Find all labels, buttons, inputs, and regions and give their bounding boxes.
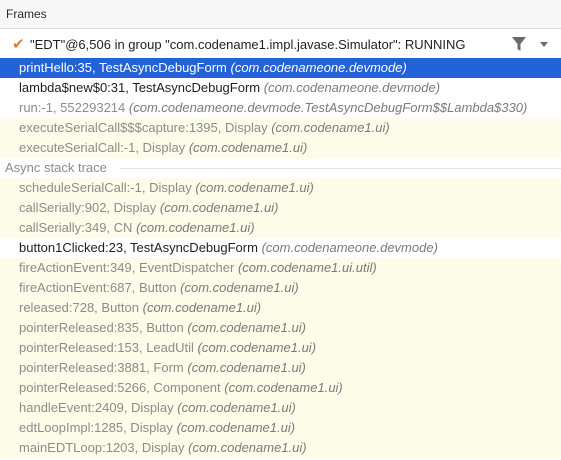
frame-row[interactable]: run:-1, 552293214 (com.codenameone.devmo… bbox=[0, 98, 561, 118]
frame-method: handleEvent:2409, Display bbox=[19, 400, 174, 415]
frame-class: (com.codename1.ui) bbox=[188, 140, 308, 155]
async-frame-row[interactable]: edtLoopImpl:1285, Display (com.codename1… bbox=[0, 418, 561, 438]
frame-method: run:-1, 552293214 bbox=[19, 100, 126, 115]
async-frame-row[interactable]: button1Clicked:23, TestAsyncDebugForm (c… bbox=[0, 238, 561, 258]
frame-method: callSerially:349, CN bbox=[19, 220, 133, 235]
frame-class: (com.codenameone.devmode) bbox=[261, 240, 438, 255]
thread-label: "EDT"@6,506 in group "com.codename1.impl… bbox=[30, 36, 466, 52]
frame-class: (com.codename1.ui) bbox=[136, 220, 255, 235]
frame-class: (com.codename1.ui.util) bbox=[237, 260, 377, 275]
frame-class: (com.codename1.ui) bbox=[142, 300, 262, 315]
frame-method: released:728, Button bbox=[19, 300, 139, 315]
frame-method: pointerReleased:5266, Component bbox=[19, 380, 221, 395]
frame-row[interactable]: lambda$new$0:31, TestAsyncDebugForm (com… bbox=[0, 78, 561, 98]
frame-class: (com.codename1.ui) bbox=[177, 400, 296, 415]
async-frame-row[interactable]: callSerially:902, Display (com.codename1… bbox=[0, 198, 561, 218]
async-frame-row[interactable]: pointerReleased:5266, Component (com.cod… bbox=[0, 378, 561, 398]
frame-row[interactable]: executeSerialCall:-1, Display (com.coden… bbox=[0, 138, 561, 158]
frame-class: (com.codenameone.devmode.TestAsyncDebugF… bbox=[128, 100, 528, 115]
frame-class: (com.codename1.ui) bbox=[197, 340, 317, 355]
frame-method: printHello:35, TestAsyncDebugForm bbox=[19, 60, 227, 75]
async-frame-row[interactable]: fireActionEvent:349, EventDispatcher (co… bbox=[0, 258, 561, 278]
async-frame-row[interactable]: pointerReleased:153, LeadUtil (com.coden… bbox=[0, 338, 561, 358]
frame-method: button1Clicked:23, TestAsyncDebugForm bbox=[19, 240, 258, 255]
frame-method: lambda$new$0:31, TestAsyncDebugForm bbox=[19, 80, 261, 95]
frame-method: executeSerialCall:-1, Display bbox=[19, 140, 186, 155]
filter-icon[interactable] bbox=[511, 35, 527, 53]
frame-class: (com.codename1.ui) bbox=[176, 420, 296, 435]
frame-method: mainEDTLoop:1203, Display bbox=[19, 440, 185, 455]
async-frame-row[interactable]: pointerReleased:835, Button (com.codenam… bbox=[0, 318, 561, 338]
frame-method: pointerReleased:3881, Form bbox=[19, 360, 184, 375]
frame-method: scheduleSerialCall:-1, Display bbox=[19, 180, 192, 195]
async-frame-row[interactable]: fireActionEvent:687, Button (com.codenam… bbox=[0, 278, 561, 298]
async-frame-row[interactable]: callSerially:349, CN (com.codename1.ui) bbox=[0, 218, 561, 238]
frame-method: edtLoopImpl:1285, Display bbox=[19, 420, 173, 435]
frames-list: printHello:35, TestAsyncDebugForm (com.c… bbox=[0, 58, 561, 458]
async-frame-row[interactable]: pointerReleased:3881, Form (com.codename… bbox=[0, 358, 561, 378]
frame-method: pointerReleased:835, Button bbox=[19, 320, 184, 335]
checkmark-icon: ✔ bbox=[12, 36, 25, 53]
frame-method: executeSerialCall$$$capture:1395, Displa… bbox=[19, 120, 268, 135]
async-frame-row[interactable]: handleEvent:2409, Display (com.codename1… bbox=[0, 398, 561, 418]
async-label: Async stack trace bbox=[5, 160, 107, 175]
frame-class: (com.codename1.ui) bbox=[195, 180, 314, 195]
async-frame-row[interactable]: released:728, Button (com.codename1.ui) bbox=[0, 298, 561, 318]
frames-panel-header: Frames bbox=[0, 0, 561, 29]
frame-method: fireActionEvent:349, EventDispatcher bbox=[19, 260, 235, 275]
dropdown-icon[interactable] bbox=[538, 38, 550, 50]
async-frame-row[interactable]: scheduleSerialCall:-1, Display (com.code… bbox=[0, 178, 561, 198]
async-frame-row[interactable]: mainEDTLoop:1203, Display (com.codename1… bbox=[0, 438, 561, 458]
frame-method: pointerReleased:153, LeadUtil bbox=[19, 340, 194, 355]
frame-class: (com.codename1.ui) bbox=[159, 200, 279, 215]
frame-method: fireActionEvent:687, Button bbox=[19, 280, 177, 295]
panel-title: Frames bbox=[6, 7, 47, 21]
frame-class: (com.codename1.ui) bbox=[180, 280, 299, 295]
thread-selector[interactable]: ✔ "EDT"@6,506 in group "com.codename1.im… bbox=[0, 29, 561, 60]
frame-class: (com.codename1.ui) bbox=[187, 320, 306, 335]
frame-class: (com.codename1.ui) bbox=[271, 120, 390, 135]
frame-class: (com.codename1.ui) bbox=[224, 380, 343, 395]
frame-class: (com.codenameone.devmode) bbox=[230, 60, 407, 75]
frame-class: (com.codenameone.devmode) bbox=[263, 80, 441, 95]
async-stack-separator: Async stack trace bbox=[0, 158, 561, 178]
frame-row[interactable]: executeSerialCall$$$capture:1395, Displa… bbox=[0, 118, 561, 138]
frame-class: (com.codename1.ui) bbox=[187, 360, 306, 375]
frame-class: (com.codename1.ui) bbox=[188, 440, 307, 455]
frame-row[interactable]: printHello:35, TestAsyncDebugForm (com.c… bbox=[0, 58, 561, 78]
separator-line bbox=[120, 168, 561, 169]
frame-method: callSerially:902, Display bbox=[19, 200, 157, 215]
